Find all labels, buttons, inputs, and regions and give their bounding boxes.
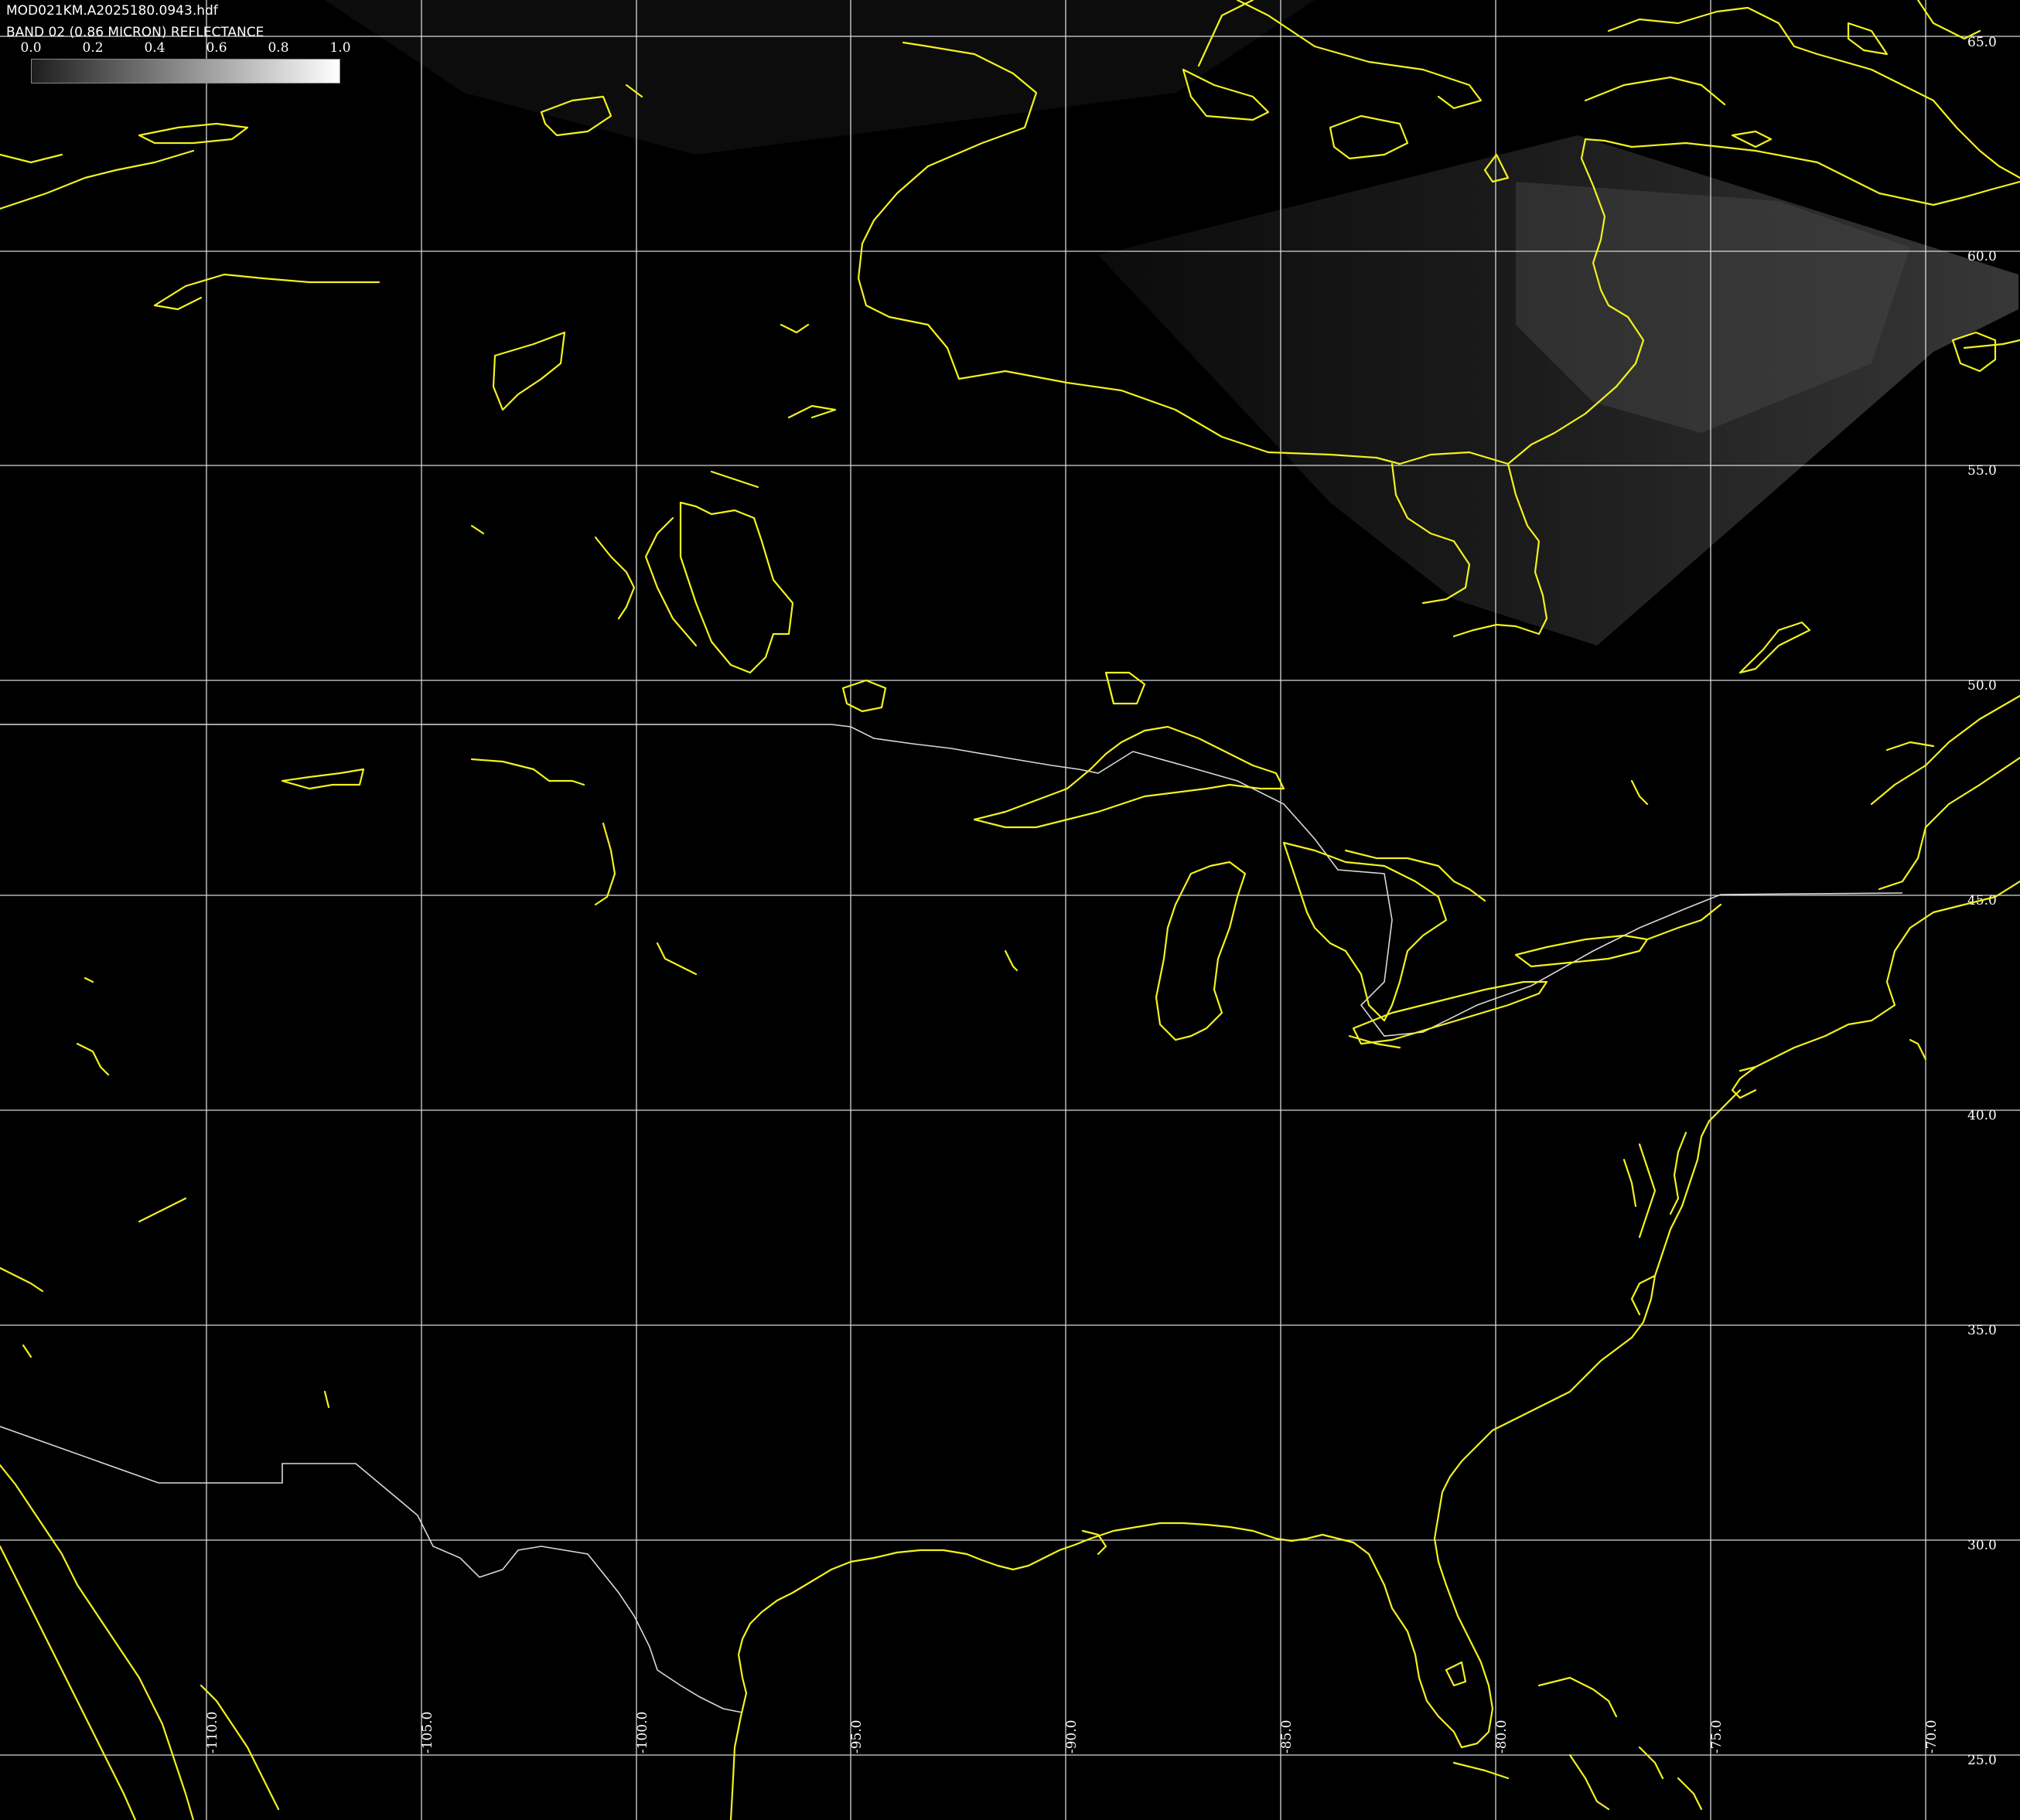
lon-label: -85.0 xyxy=(1279,1719,1295,1754)
lon-label: -80.0 xyxy=(1494,1719,1510,1754)
file-title: MOD021KM.A2025180.0943.hdf xyxy=(6,3,218,19)
lon-label: -105.0 xyxy=(420,1712,435,1754)
lat-label: 35.0 xyxy=(1967,1323,1997,1338)
lat-label: 25.0 xyxy=(1967,1753,1997,1768)
lat-label: 40.0 xyxy=(1967,1108,1997,1123)
lat-label: 65.0 xyxy=(1967,35,1997,50)
lat-label: 30.0 xyxy=(1967,1538,1997,1553)
colorbar-tick: 0.6 xyxy=(206,40,227,56)
colorbar xyxy=(31,59,340,84)
satellite-swath xyxy=(325,0,2018,646)
band-title: BAND 02 (0.86 MICRON) REFLECTANCE xyxy=(6,25,264,40)
lat-label: 50.0 xyxy=(1967,678,1997,694)
map-canvas: 65.0 60.0 55.0 50.0 45.0 40.0 35.0 30.0 … xyxy=(0,0,2020,1820)
longitude-labels: -110.0 -105.0 -100.0 -95.0 -90.0 -85.0 -… xyxy=(205,1712,1940,1754)
lat-label: 60.0 xyxy=(1967,249,1997,264)
colorbar-tick: 1.0 xyxy=(329,40,351,56)
lat-label: 55.0 xyxy=(1967,463,1997,479)
lon-label: -95.0 xyxy=(849,1719,865,1754)
colorbar-tick: 0.2 xyxy=(82,40,104,56)
lon-label: -100.0 xyxy=(635,1712,650,1754)
lon-label: -70.0 xyxy=(1924,1719,1940,1754)
colorbar-tick: 0.4 xyxy=(144,40,165,56)
lon-label: -110.0 xyxy=(205,1712,220,1754)
political-borders xyxy=(0,724,1903,1713)
lon-label: -75.0 xyxy=(1709,1719,1725,1754)
colorbar-tick: 0.0 xyxy=(20,40,42,56)
lon-label: -90.0 xyxy=(1064,1719,1080,1754)
colorbar-tick: 0.8 xyxy=(268,40,289,56)
